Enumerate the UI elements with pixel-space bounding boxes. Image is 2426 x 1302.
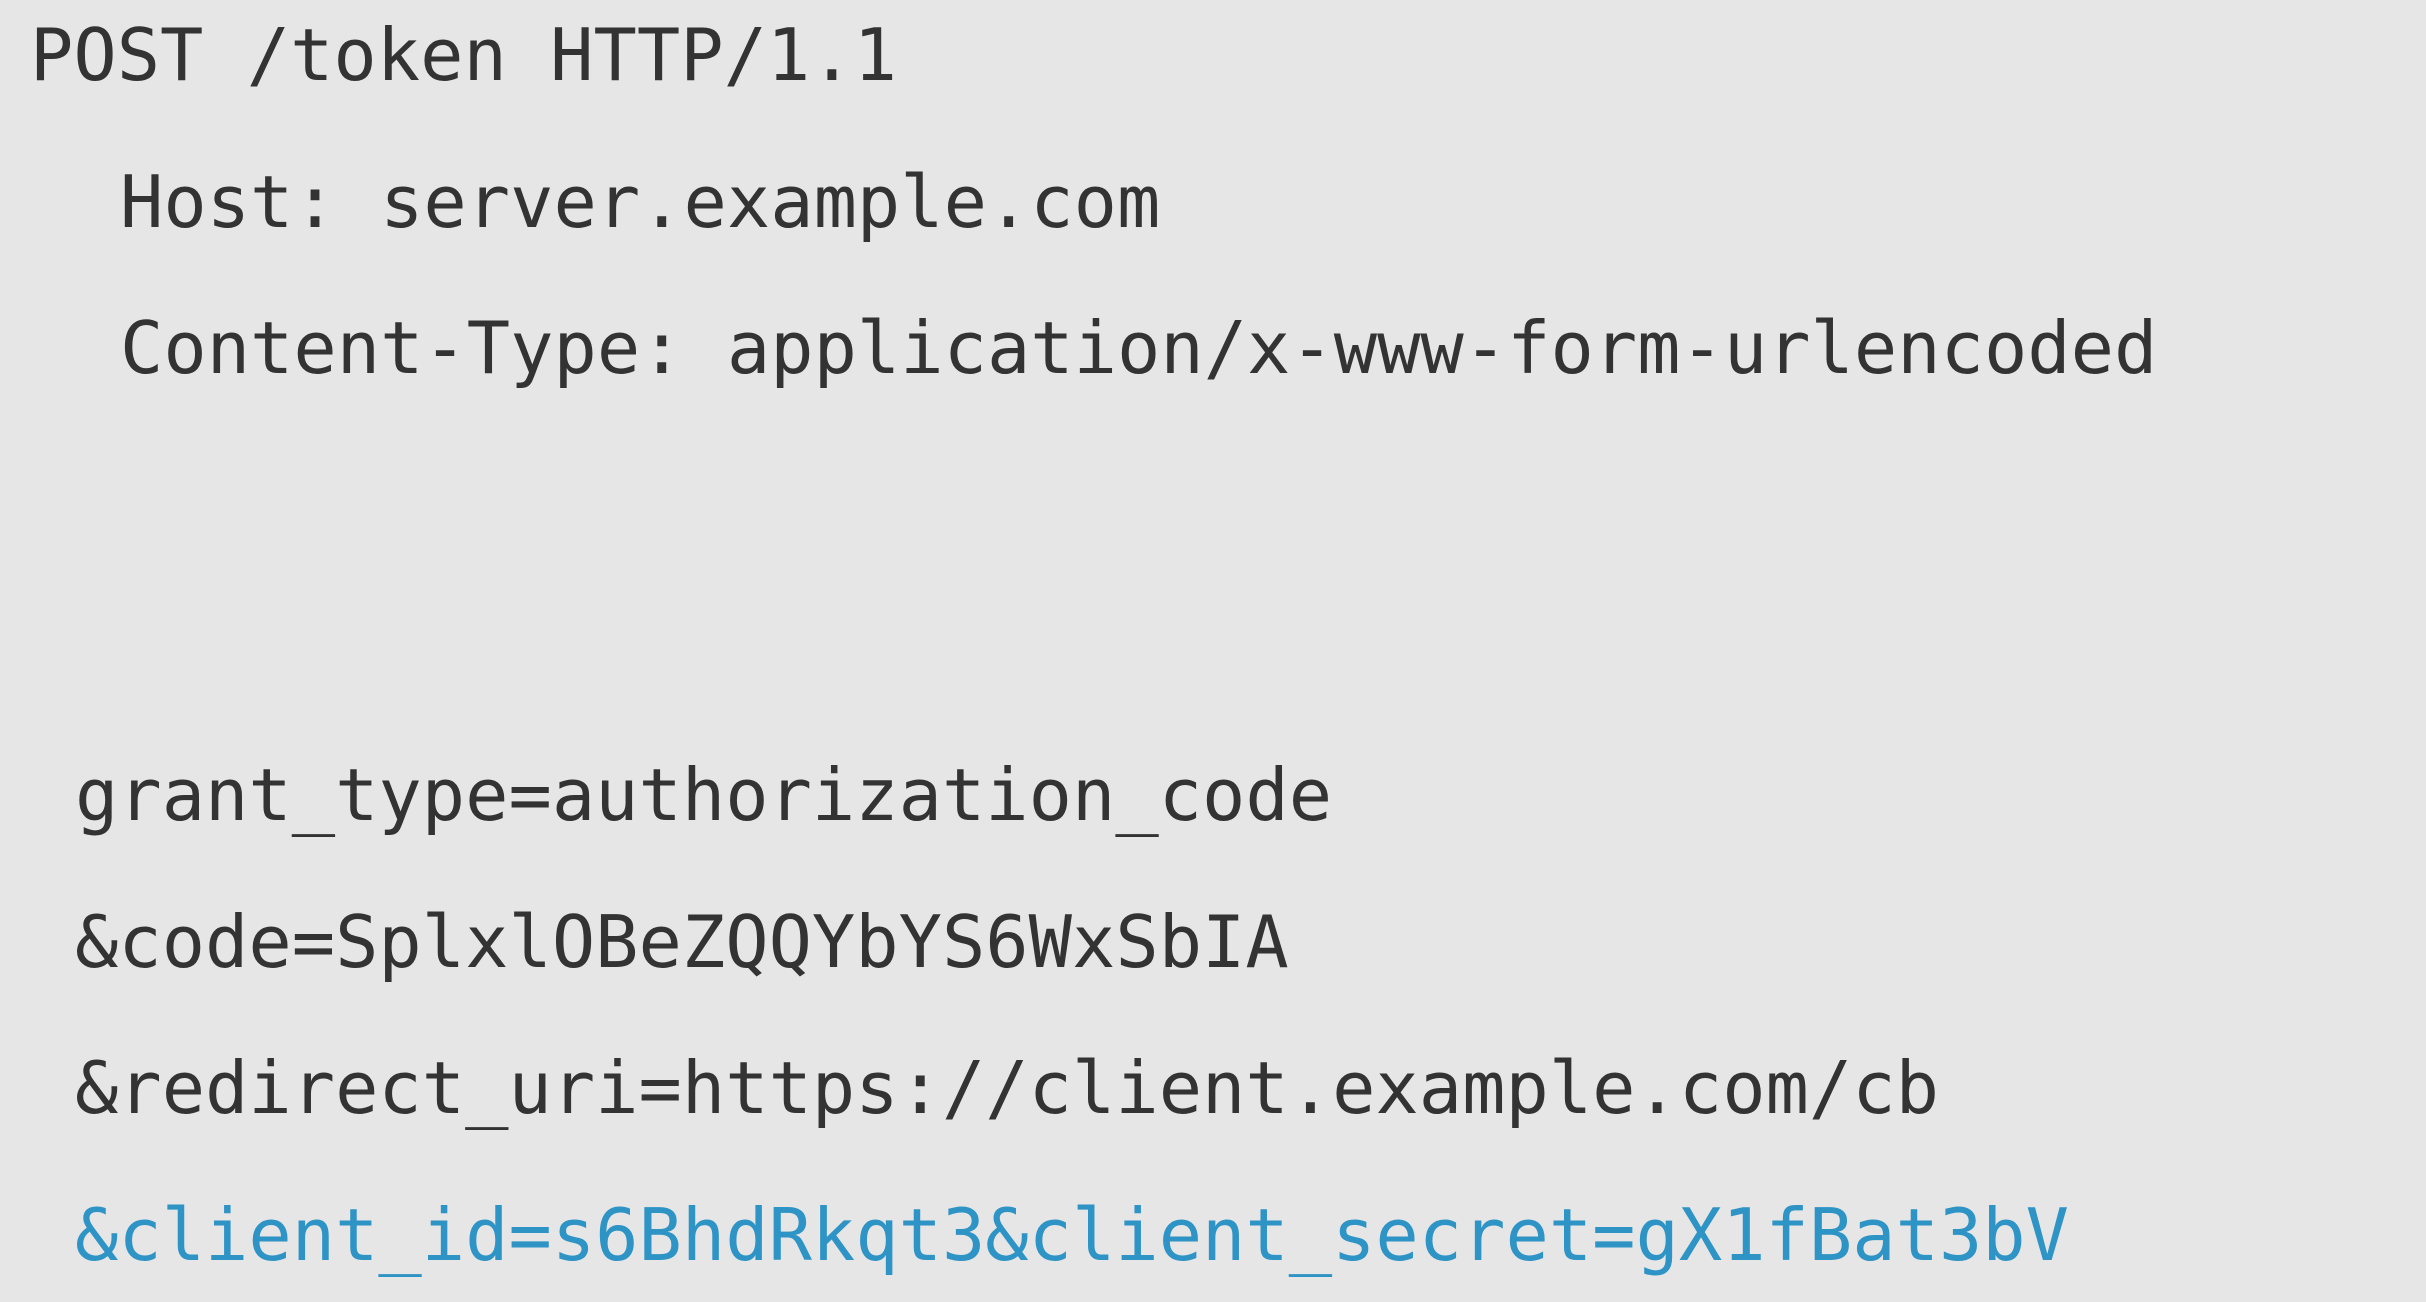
header-content-type: Content-Type: application/x-www-form-url… bbox=[120, 306, 2158, 390]
http-request-code-block: POST /token HTTP/1.1 Host: server.exampl… bbox=[0, 0, 2426, 1302]
body-client-credentials-highlighted: &client_id=s6BhdRkqt3&client_secret=gX1f… bbox=[75, 1193, 2069, 1277]
body-grant-type: grant_type=authorization_code bbox=[75, 753, 1333, 837]
request-line: POST /token HTTP/1.1 bbox=[30, 13, 897, 97]
header-host: Host: server.example.com bbox=[120, 160, 1161, 244]
body-redirect-uri: &redirect_uri=https://client.example.com… bbox=[75, 1046, 1939, 1130]
body-code: &code=SplxlOBeZQQYbYS6WxSbIA bbox=[75, 900, 1289, 984]
